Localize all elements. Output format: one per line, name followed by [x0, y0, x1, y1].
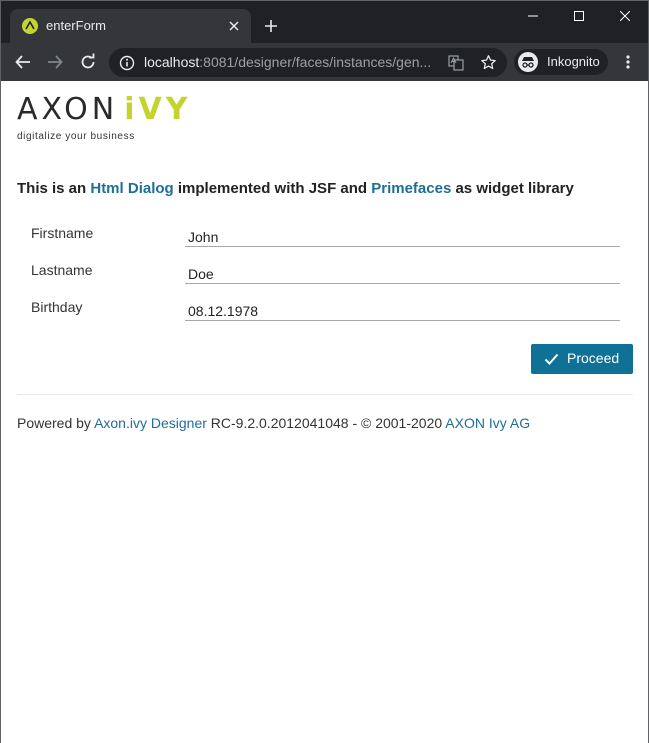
page-footer: Powered by Axon.ivy Designer RC-9.2.0.20… — [17, 415, 530, 432]
maximize-icon — [574, 11, 584, 21]
incognito-icon — [522, 57, 534, 68]
minimize-icon — [528, 15, 538, 17]
close-icon[interactable] — [226, 18, 242, 34]
logo-tagline: digitalize your business — [17, 131, 135, 142]
arrow-right-icon[interactable] — [46, 53, 64, 71]
birthday-label: Birthday — [31, 299, 83, 315]
browser-toolbar: localhost:8081/designer/faces/instances/… — [1, 43, 648, 81]
reload-icon[interactable] — [79, 53, 97, 71]
intro-text-2: implemented with JSF and — [173, 180, 372, 197]
translate-icon[interactable] — [448, 55, 464, 71]
footer-prefix: Powered by — [17, 415, 95, 431]
kebab-menu-icon[interactable] — [620, 54, 636, 70]
company-link[interactable]: AXON Ivy AG — [445, 415, 530, 431]
tab-strip: enterForm — [1, 1, 648, 43]
logo-wordmark: AXON iVY — [17, 95, 191, 125]
browser-window: enterForm localhost:8081/designer/faces/… — [0, 0, 649, 743]
firstname-input[interactable] — [185, 225, 620, 247]
incognito-profile-button[interactable]: Inkognito — [514, 49, 608, 75]
incognito-label: Inkognito — [547, 54, 600, 69]
tab-title: enterForm — [46, 18, 106, 33]
check-icon — [544, 353, 559, 365]
arrow-left-icon[interactable] — [14, 53, 32, 71]
minimize-button[interactable] — [510, 1, 556, 31]
firstname-label: Firstname — [31, 225, 94, 241]
footer-version: RC-9.2.0.2012041048 - © 2001-2020 — [206, 415, 446, 431]
star-icon[interactable] — [480, 54, 497, 71]
incognito-avatar — [518, 52, 538, 72]
address-bar[interactable]: localhost:8081/designer/faces/instances/… — [109, 48, 507, 77]
url-host: localhost — [144, 54, 200, 70]
page-content: AXON iVY digitalize your business This is… — [1, 81, 648, 743]
logo-word-ivy: iVY — [124, 92, 192, 127]
url-text[interactable]: localhost:8081/designer/faces/instances/… — [144, 54, 431, 71]
plus-icon[interactable] — [263, 18, 279, 34]
info-icon[interactable] — [119, 55, 135, 71]
lastname-input[interactable] — [185, 262, 620, 284]
url-path: :8081/designer/faces/instances/gen... — [199, 54, 432, 70]
maximize-button[interactable] — [556, 1, 602, 31]
form-row-firstname: Firstname — [31, 222, 621, 250]
footer-divider — [17, 394, 633, 395]
html-dialog-link[interactable]: Html Dialog — [90, 180, 173, 197]
intro-heading: This is an Html Dialog implemented with … — [17, 180, 574, 198]
primefaces-link[interactable]: Primefaces — [371, 180, 451, 197]
axon-ivy-logo: AXON iVY digitalize your business — [17, 95, 191, 143]
birthday-input[interactable] — [185, 299, 620, 321]
form-row-birthday: Birthday — [31, 296, 621, 324]
form-row-lastname: Lastname — [31, 259, 621, 287]
proceed-button[interactable]: Proceed — [531, 344, 633, 374]
browser-tab[interactable]: enterForm — [10, 9, 251, 43]
lastname-label: Lastname — [31, 262, 93, 278]
proceed-label: Proceed — [567, 350, 620, 366]
axon-ivy-favicon-icon — [22, 18, 38, 34]
intro-text-1: This is an — [17, 180, 91, 197]
window-close-button[interactable] — [602, 1, 648, 31]
intro-text-3: as widget library — [451, 180, 574, 197]
logo-word-axon: AXON — [17, 92, 119, 127]
close-icon — [620, 11, 630, 21]
designer-link[interactable]: Axon.ivy Designer — [94, 415, 207, 431]
